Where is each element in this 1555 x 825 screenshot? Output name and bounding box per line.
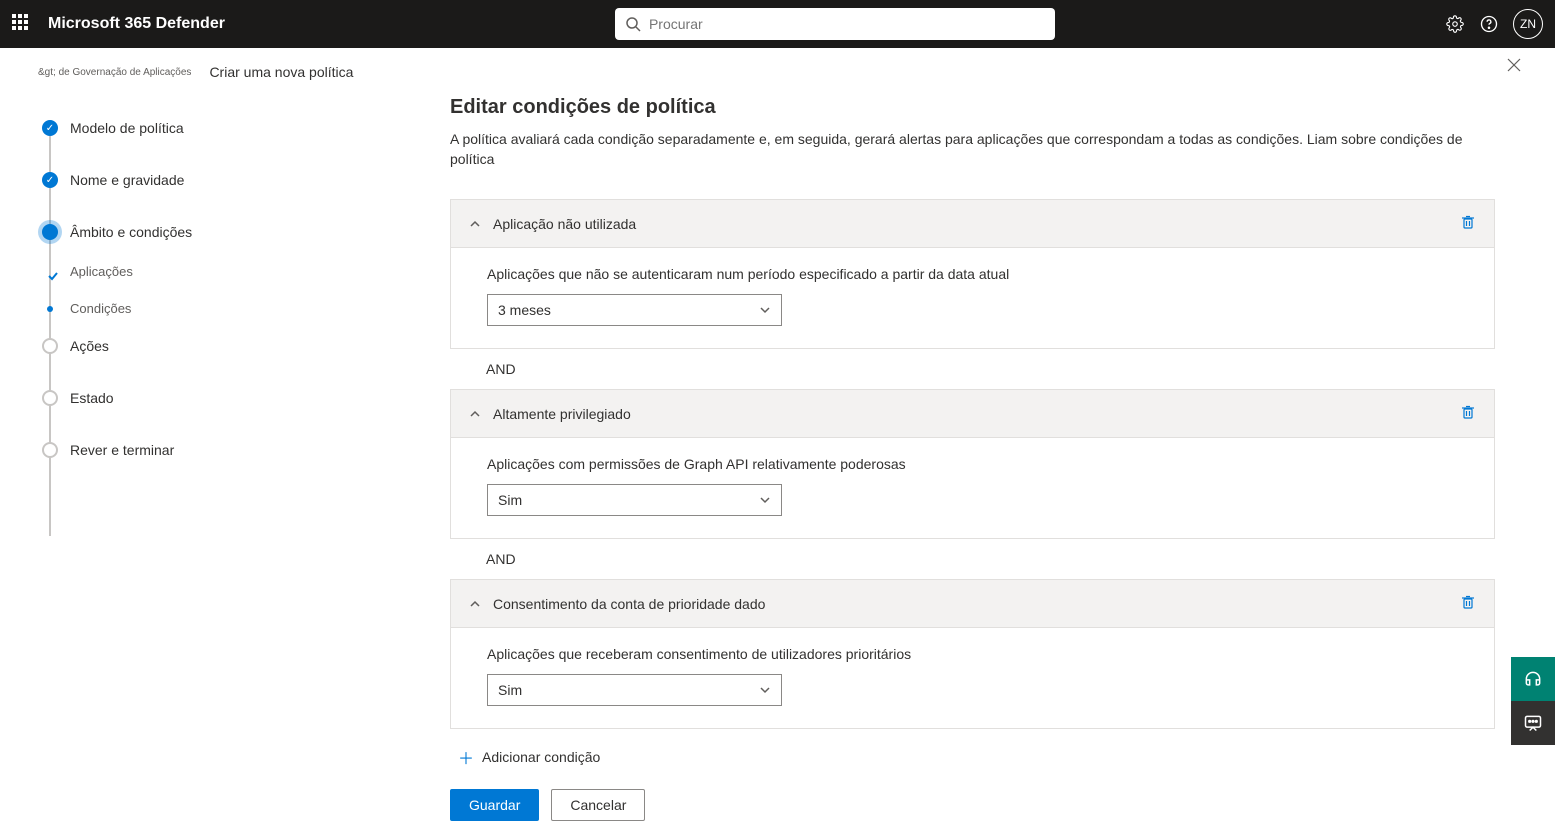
dropdown-value: Sim [498, 492, 522, 508]
condition-description: Aplicações que receberam consentimento d… [487, 646, 1468, 662]
step-scope-conditions[interactable]: Âmbito e condições [42, 224, 400, 240]
top-header: Microsoft 365 Defender ZN [0, 0, 1555, 48]
condition-header[interactable]: Altamente privilegiado [451, 390, 1494, 438]
user-avatar[interactable]: ZN [1513, 9, 1543, 39]
feedback-icon[interactable] [1511, 701, 1555, 745]
pending-dot-icon [42, 338, 58, 354]
search-box[interactable] [615, 8, 1055, 40]
help-icon[interactable] [1479, 14, 1499, 34]
save-button[interactable]: Guardar [450, 789, 539, 821]
check-small-icon [47, 269, 53, 275]
chevron-up-icon [469, 408, 481, 420]
condition-description: Aplicações com permissões de Graph API r… [487, 456, 1468, 472]
pending-dot-icon [42, 390, 58, 406]
app-launcher-icon[interactable] [12, 14, 32, 34]
condition-description: Aplicações que não se autenticaram num p… [487, 266, 1468, 282]
step-review[interactable]: Rever e terminar [42, 442, 400, 458]
breadcrumb-current: Criar uma nova política [209, 64, 353, 80]
app-title: Microsoft 365 Defender [48, 15, 225, 33]
chevron-down-icon [759, 494, 771, 506]
dropdown-value: 3 meses [498, 302, 551, 318]
condition-title: Consentimento da conta de prioridade dad… [493, 596, 1460, 612]
wizard-stepper: Modelo de política Nome e gravidade Âmbi… [0, 96, 420, 825]
dropdown-value: Sim [498, 682, 522, 698]
step-name-severity[interactable]: Nome e gravidade [42, 172, 400, 188]
plus-icon: ＋ [458, 745, 474, 769]
search-wrap [225, 8, 1445, 40]
add-condition-label: Adicionar condição [482, 749, 600, 765]
condition-header[interactable]: Consentimento da conta de prioridade dad… [451, 580, 1494, 628]
and-separator: AND [450, 539, 1495, 579]
condition-card-priority-consent: Consentimento da conta de prioridade dad… [450, 579, 1495, 729]
condition-value-dropdown[interactable]: Sim [487, 674, 782, 706]
check-icon [42, 120, 58, 136]
condition-value-dropdown[interactable]: 3 meses [487, 294, 782, 326]
floating-buttons [1511, 657, 1555, 745]
condition-value-dropdown[interactable]: Sim [487, 484, 782, 516]
condition-header[interactable]: Aplicação não utilizada [451, 200, 1494, 248]
breadcrumb-prefix: &gt; de Governação de Aplicações [38, 67, 191, 78]
condition-title: Altamente privilegiado [493, 406, 1460, 422]
delete-icon[interactable] [1460, 214, 1476, 233]
add-condition-button[interactable]: ＋ Adicionar condição [450, 729, 1495, 789]
substep-conditions[interactable]: Condições [42, 301, 400, 316]
chevron-down-icon [759, 304, 771, 316]
step-state[interactable]: Estado [42, 390, 400, 406]
panel-description: A política avaliará cada condição separa… [450, 129, 1495, 169]
search-input[interactable] [649, 16, 1045, 32]
condition-card-unused-app: Aplicação não utilizada Aplicações que n… [450, 199, 1495, 349]
step-policy-template[interactable]: Modelo de política [42, 120, 400, 136]
panel-title: Editar condições de política [450, 96, 1495, 119]
form-actions: Guardar Cancelar [450, 789, 1495, 821]
step-actions[interactable]: Ações [42, 338, 400, 354]
current-dot-icon [42, 224, 58, 240]
settings-icon[interactable] [1445, 14, 1465, 34]
chevron-up-icon [469, 598, 481, 610]
cancel-button[interactable]: Cancelar [551, 789, 645, 821]
close-icon[interactable] [1507, 58, 1521, 77]
condition-title: Aplicação não utilizada [493, 216, 1460, 232]
condition-card-highly-privileged: Altamente privilegiado Aplicações com pe… [450, 389, 1495, 539]
and-separator: AND [450, 349, 1495, 389]
delete-icon[interactable] [1460, 594, 1476, 613]
chevron-up-icon [469, 218, 481, 230]
chevron-down-icon [759, 684, 771, 696]
check-icon [42, 172, 58, 188]
dot-icon [47, 306, 53, 312]
pending-dot-icon [42, 442, 58, 458]
substep-apps[interactable]: Aplicações [42, 264, 400, 279]
breadcrumb: &gt; de Governação de Aplicações Criar u… [0, 48, 1555, 96]
search-icon [625, 16, 641, 32]
headset-icon[interactable] [1511, 657, 1555, 701]
delete-icon[interactable] [1460, 404, 1476, 423]
main-panel: Editar condições de política A política … [420, 96, 1555, 825]
top-icons: ZN [1445, 9, 1543, 39]
